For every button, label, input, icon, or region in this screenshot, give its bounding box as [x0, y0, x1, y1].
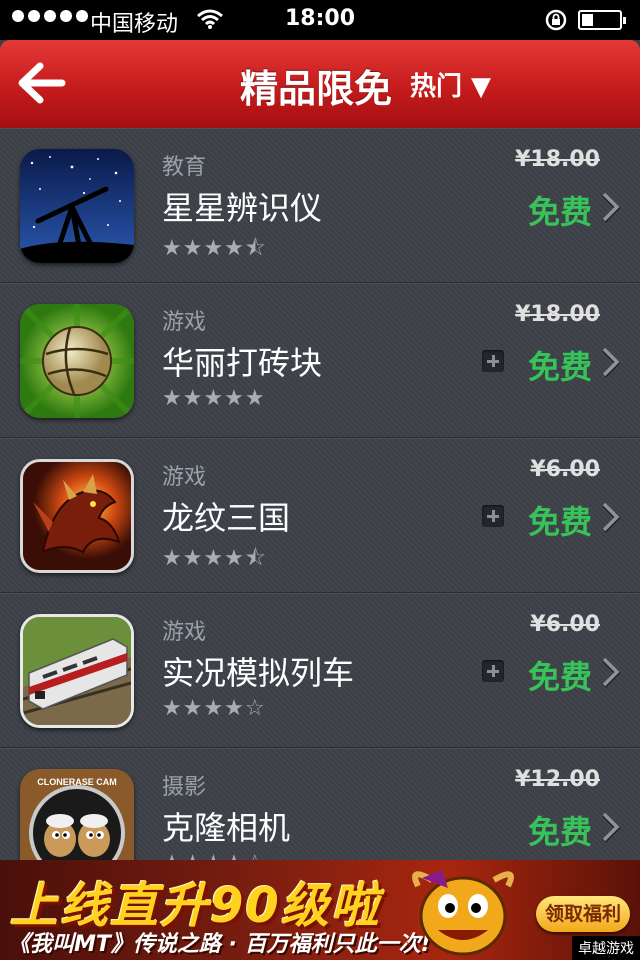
original-price: ¥18.00: [515, 147, 600, 172]
claim-reward-button[interactable]: 领取福利: [536, 896, 630, 932]
train-icon: [20, 614, 134, 728]
chevron-right-icon: [602, 347, 621, 378]
chevron-right-icon: [602, 812, 621, 843]
list-item[interactable]: 教育 星星辨识仪 ★★★★⯪ ¥18.00 免费: [0, 128, 640, 283]
price-label: 免费: [527, 348, 592, 386]
app-category: 游戏: [162, 465, 207, 490]
app-rating: ★★★★☆: [162, 696, 266, 721]
camera-icon-label: CLONERASE CAM: [37, 777, 117, 787]
price-label: 免费: [527, 503, 592, 541]
price-label: 免费: [527, 813, 592, 851]
list-item[interactable]: 游戏 华丽打砖块 ★★★★★ ¥18.00 免费: [0, 283, 640, 438]
add-icon[interactable]: [482, 505, 504, 527]
app-category: 游戏: [162, 310, 207, 335]
add-icon[interactable]: [482, 350, 504, 372]
chevron-right-icon: [602, 192, 621, 223]
nav-bar: 精品限免 热门 ▼: [0, 40, 640, 128]
price-label: 免费: [527, 658, 592, 696]
app-category: 教育: [162, 155, 207, 180]
ad-subline: 《我叫MT》传说之路 · 百万福利只此一次!: [8, 932, 431, 957]
app-rating: ★★★★⯪: [162, 546, 267, 571]
list-item[interactable]: 游戏 龙纹三国 ★★★★⯪ ¥6.00 免费: [0, 438, 640, 593]
watermark-label: 卓越游戏: [572, 936, 640, 960]
mascot-icon: [412, 870, 514, 956]
app-category: 游戏: [162, 620, 207, 645]
orientation-lock-icon: [545, 9, 567, 31]
price-label: 免费: [527, 193, 592, 231]
app-name: 克隆相机: [162, 809, 291, 847]
app-name: 龙纹三国: [162, 499, 291, 537]
app-list: 教育 星星辨识仪 ★★★★⯪ ¥18.00 免费 游戏 华丽打砖块 ★★★★★ …: [0, 128, 640, 903]
chevron-right-icon: [602, 502, 621, 533]
chevron-right-icon: [602, 657, 621, 688]
filter-dropdown[interactable]: 热门 ▼: [410, 66, 491, 103]
ad-banner[interactable]: 上线直升90级啦 《我叫MT》传说之路 · 百万福利只此一次! 领取福利 卓越游…: [0, 860, 640, 960]
list-item[interactable]: 游戏 实况模拟列车 ★★★★☆ ¥6.00 免费: [0, 593, 640, 748]
app-name: 实况模拟列车: [162, 654, 355, 692]
app-name: 华丽打砖块: [162, 344, 323, 382]
battery-level: [582, 14, 593, 26]
original-price: ¥6.00: [530, 612, 600, 637]
back-arrow-icon[interactable]: [14, 58, 70, 108]
page-title: 精品限免: [240, 67, 393, 111]
original-price: ¥18.00: [515, 302, 600, 327]
telescope-icon: [20, 149, 134, 263]
dragon-icon: [20, 459, 134, 573]
app-rating: ★★★★⯪: [162, 236, 267, 261]
app-rating: ★★★★★: [162, 386, 266, 411]
app-name: 星星辨识仪: [162, 189, 323, 227]
original-price: ¥6.00: [530, 457, 600, 482]
status-bar: 中国移动 18:00: [0, 0, 640, 40]
app-category: 摄影: [162, 775, 207, 800]
battery-icon: [578, 10, 626, 30]
add-icon[interactable]: [482, 660, 504, 682]
original-price: ¥12.00: [515, 767, 600, 792]
ball-icon: [20, 304, 134, 418]
